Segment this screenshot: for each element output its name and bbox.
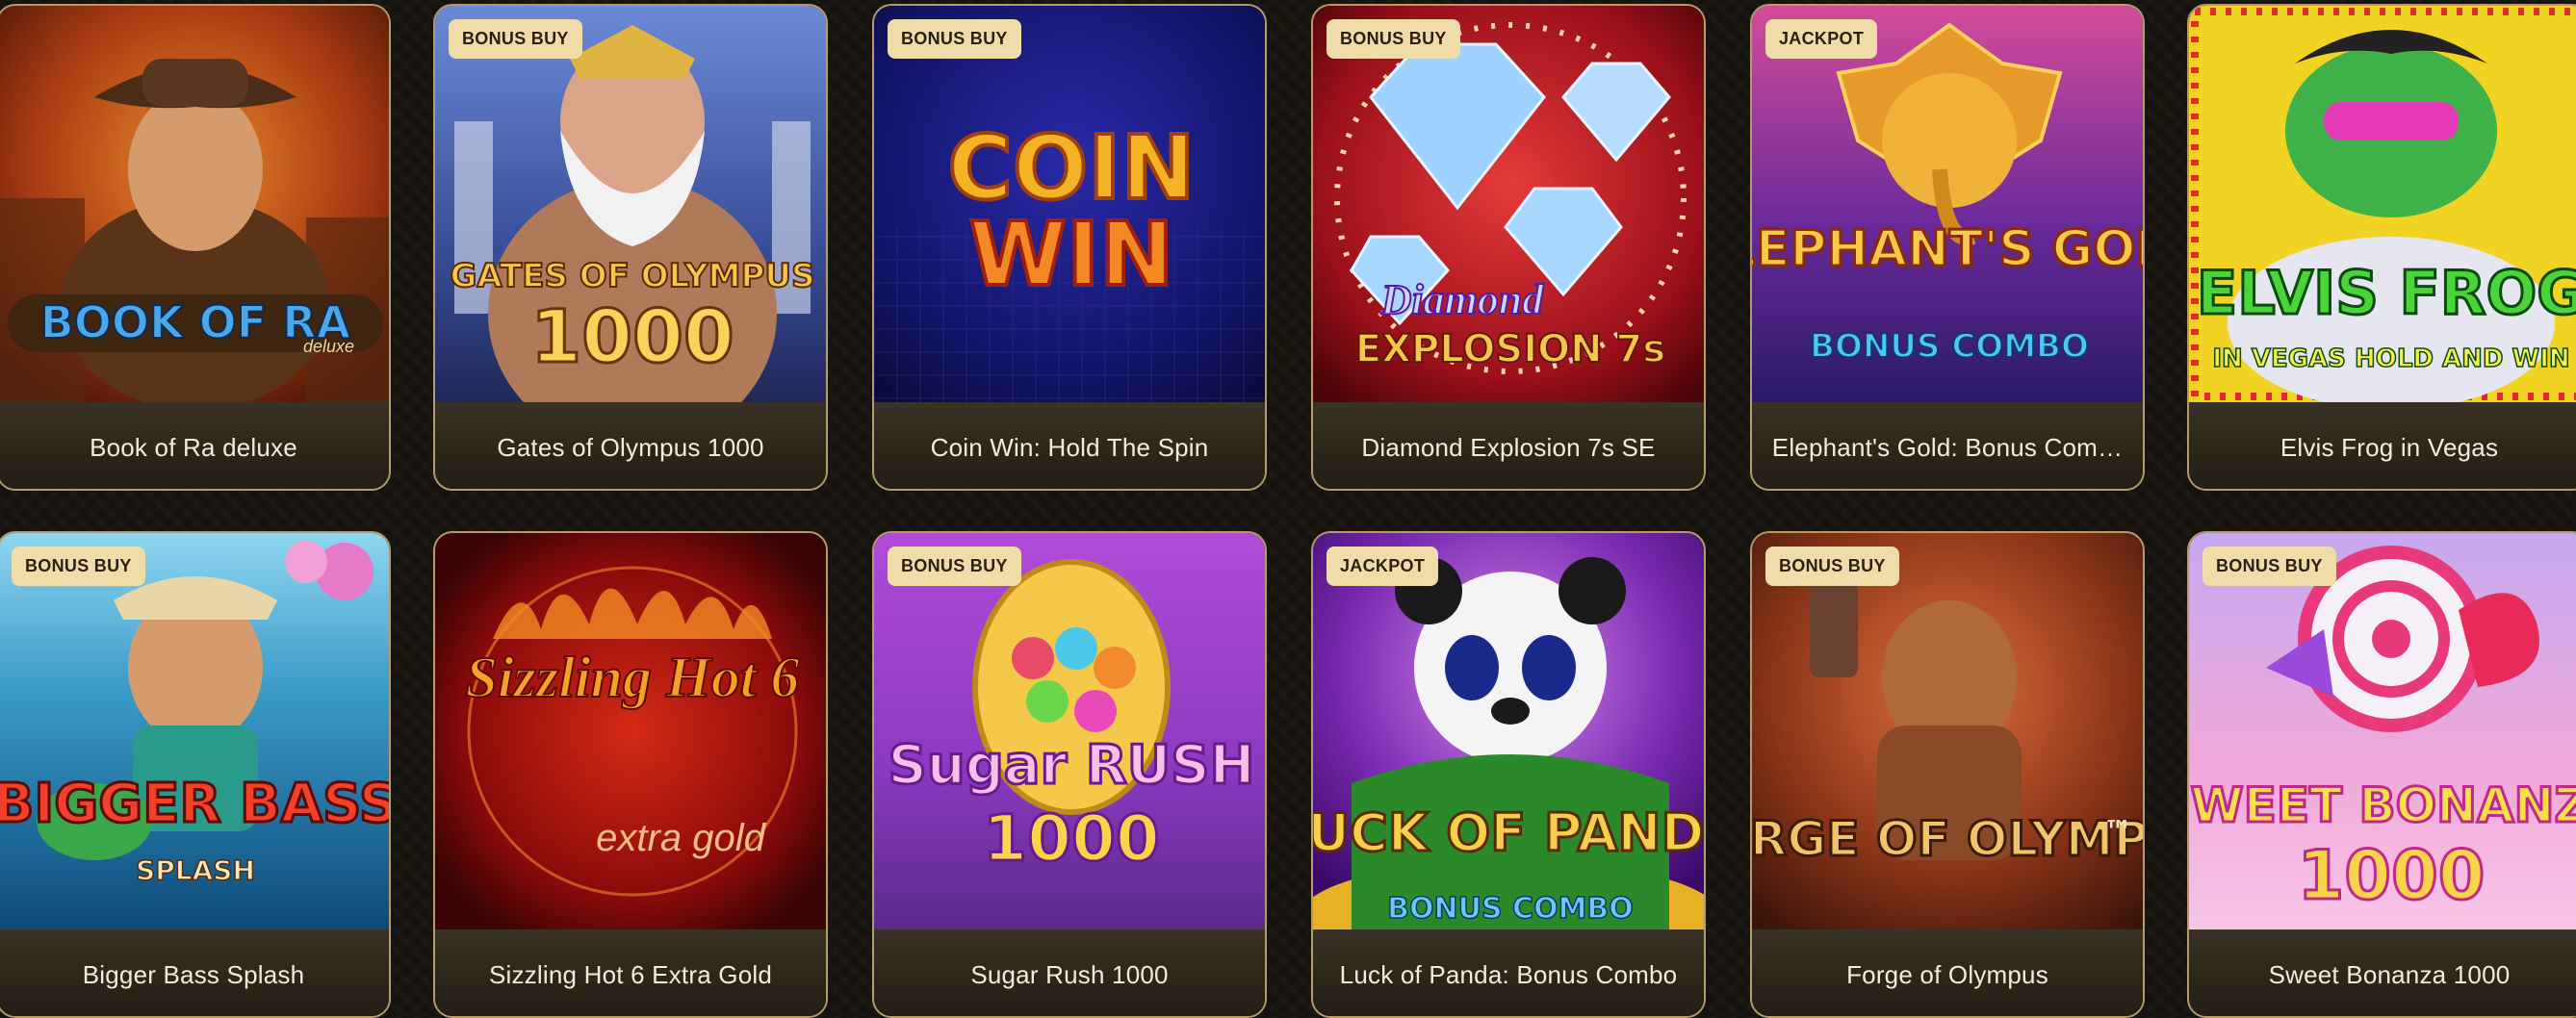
- game-art-title: LUCK OF PANDA: [1313, 802, 1704, 863]
- game-art-subtitle: 1000: [2298, 836, 2486, 915]
- game-card-gates-of-olympus-1000[interactable]: BONUS BUY GATES OF OLYMPUS 1000 Gates of…: [433, 4, 828, 491]
- game-art-title: FORGE OF OLYMPUS: [1752, 811, 2143, 867]
- game-thumbnail[interactable]: Diamond EXPLOSION 7s: [1313, 6, 1704, 402]
- game-thumbnail[interactable]: COIN WIN: [874, 6, 1265, 402]
- game-title[interactable]: Elvis Frog in Vegas: [2189, 402, 2576, 489]
- game-card-sizzling-hot-6-extra-gold[interactable]: Sizzling Hot 6 extra gold Sizzling Hot 6…: [433, 531, 828, 1018]
- game-title[interactable]: Coin Win: Hold The Spin: [874, 402, 1265, 489]
- game-art-subtitle: BONUS COMBO: [1810, 327, 2089, 366]
- game-art-subtitle: extra gold: [596, 817, 766, 859]
- jackpot-badge: JACKPOT: [1765, 19, 1878, 59]
- game-title[interactable]: Sugar Rush 1000: [874, 929, 1265, 1016]
- bonus-buy-badge: BONUS BUY: [449, 19, 582, 59]
- game-art-title: Diamond: [1380, 276, 1545, 323]
- game-card-sweet-bonanza-1000[interactable]: BONUS BUY SWEET BONANZA 1000 Sweet: [2187, 531, 2576, 1018]
- game-title[interactable]: Luck of Panda: Bonus Combo: [1313, 929, 1704, 1016]
- bonus-buy-badge: BONUS BUY: [888, 547, 1021, 586]
- game-title[interactable]: Forge of Olympus: [1752, 929, 2143, 1016]
- jackpot-badge: JACKPOT: [1327, 547, 1439, 586]
- game-card-luck-of-panda[interactable]: JACKPOT LUCK OF PANDA BONUS COMBO: [1311, 531, 1706, 1018]
- bonus-buy-badge: BONUS BUY: [2202, 547, 2336, 586]
- game-title[interactable]: Book of Ra deluxe: [0, 402, 389, 489]
- game-art-subtitle: EXPLOSION 7s: [1355, 327, 1665, 371]
- game-art-title: GATES OF OLYMPUS: [450, 257, 814, 295]
- game-title[interactable]: Sizzling Hot 6 Extra Gold: [435, 929, 826, 1016]
- game-thumbnail[interactable]: FORGE OF OLYMPUS ™: [1752, 533, 2143, 929]
- game-art-subtitle: BONUS COMBO: [1387, 892, 1634, 926]
- game-art-title: ELEPHANT'S GOLD: [1752, 220, 2143, 278]
- game-grid: BOOK OF RA deluxe Book of Ra deluxe BONU…: [0, 0, 2576, 1018]
- game-art-subtitle: deluxe: [303, 337, 354, 356]
- game-title[interactable]: Gates of Olympus 1000: [435, 402, 826, 489]
- game-art-subtitle: 1000: [530, 293, 734, 379]
- game-thumbnail[interactable]: BOOK OF RA deluxe: [0, 6, 389, 402]
- game-title[interactable]: Diamond Explosion 7s SE: [1313, 402, 1704, 489]
- game-title[interactable]: Bigger Bass Splash: [0, 929, 389, 1016]
- game-art-title: Sugar RUSH: [889, 734, 1255, 797]
- bonus-buy-badge: BONUS BUY: [1765, 547, 1899, 586]
- game-art-subtitle: 1000: [983, 802, 1160, 876]
- game-card-elephants-gold[interactable]: JACKPOT ELEPHANT'S GOLD BONUS COMBO Elep…: [1750, 4, 2145, 491]
- game-art-subtitle: ™: [2103, 815, 2132, 849]
- game-art-title: SWEET BONANZA: [2189, 777, 2576, 833]
- game-thumbnail[interactable]: ELVIS FROG IN VEGAS HOLD AND WIN: [2189, 6, 2576, 402]
- game-art-subtitle: IN VEGAS HOLD AND WIN: [2212, 344, 2569, 373]
- game-title[interactable]: Elephant's Gold: Bonus Com…: [1752, 402, 2143, 489]
- game-card-bigger-bass-splash[interactable]: BONUS BUY BIGGER BASS SPLASH Bigger Bass…: [0, 531, 391, 1018]
- game-card-elvis-frog-in-vegas[interactable]: ELVIS FROG IN VEGAS HOLD AND WIN Elvis F…: [2187, 4, 2576, 491]
- game-art-title: ELVIS FROG: [2197, 258, 2576, 328]
- game-card-coin-win[interactable]: BONUS BUY COIN WIN Coin Win: Hold The Sp…: [872, 4, 1267, 491]
- game-thumbnail[interactable]: Sizzling Hot 6 extra gold: [435, 533, 826, 929]
- game-card-forge-of-olympus[interactable]: BONUS BUY FORGE OF OLYMPUS ™ Forge of Ol…: [1750, 531, 2145, 1018]
- bonus-buy-badge: BONUS BUY: [1327, 19, 1460, 59]
- game-thumbnail[interactable]: LUCK OF PANDA BONUS COMBO: [1313, 533, 1704, 929]
- game-art-subtitle: SPLASH: [136, 854, 255, 886]
- game-card-book-of-ra-deluxe[interactable]: BOOK OF RA deluxe Book of Ra deluxe: [0, 4, 391, 491]
- game-art-title: BIGGER BASS: [0, 773, 389, 835]
- game-thumbnail[interactable]: BIGGER BASS SPLASH: [0, 533, 389, 929]
- game-thumbnail[interactable]: SWEET BONANZA 1000: [2189, 533, 2576, 929]
- game-art-title: Sizzling Hot 6: [466, 646, 800, 709]
- game-card-sugar-rush-1000[interactable]: BONUS BUY Sugar RUSH 1000 Sugar Rush 100…: [872, 531, 1267, 1018]
- game-thumbnail[interactable]: ELEPHANT'S GOLD BONUS COMBO: [1752, 6, 2143, 402]
- bonus-buy-badge: BONUS BUY: [888, 19, 1021, 59]
- game-thumbnail[interactable]: Sugar RUSH 1000: [874, 533, 1265, 929]
- bonus-buy-badge: BONUS BUY: [12, 547, 145, 586]
- game-art-subtitle: WIN: [969, 203, 1174, 306]
- game-card-diamond-explosion-7s-se[interactable]: BONUS BUY Diamond EXPLOSION 7s Diamond E…: [1311, 4, 1706, 491]
- game-thumbnail[interactable]: GATES OF OLYMPUS 1000: [435, 6, 826, 402]
- game-title[interactable]: Sweet Bonanza 1000: [2189, 929, 2576, 1016]
